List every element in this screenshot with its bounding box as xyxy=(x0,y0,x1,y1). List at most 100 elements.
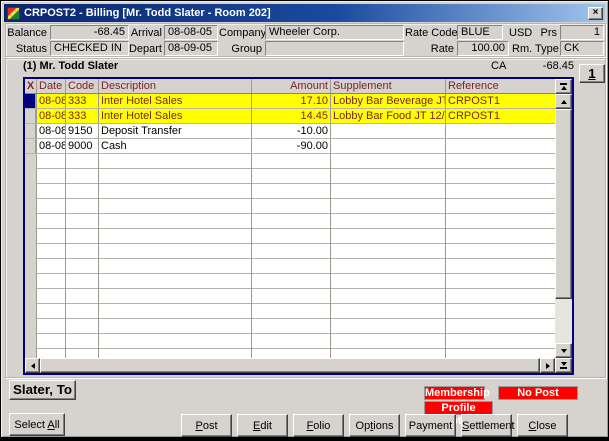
billing-window: CRPOST2 - Billing [Mr. Todd Slater - Roo… xyxy=(0,0,609,441)
column-header-reference[interactable]: Reference xyxy=(445,79,555,93)
record-selector-cell[interactable] xyxy=(25,94,36,108)
group-label: Group xyxy=(219,42,262,56)
rate-label: Rate xyxy=(405,42,454,56)
cell-reference: CRPOST1 xyxy=(445,109,555,123)
column-header-supplement[interactable]: Supplement xyxy=(330,79,445,93)
company-label: Company xyxy=(219,26,262,40)
column-header-description[interactable]: Description xyxy=(98,79,251,93)
payment-button[interactable]: Payment xyxy=(405,414,456,437)
scroll-down-button[interactable] xyxy=(555,343,572,358)
post-button[interactable]: Post xyxy=(181,414,232,437)
edit-button[interactable]: Edit xyxy=(237,414,288,437)
status-field[interactable]: CHECKED IN xyxy=(50,41,129,56)
cell-description: Cash xyxy=(98,139,251,153)
rate-field[interactable]: 100.00 xyxy=(457,41,509,56)
folio-balance: -68.45 xyxy=(514,60,574,72)
membership-badge[interactable]: Membership xyxy=(424,386,485,400)
empty-grid-rows xyxy=(25,154,555,358)
arrival-field[interactable]: 08-08-05 xyxy=(164,25,218,40)
scroll-bottom-icon xyxy=(561,362,567,366)
cell-description: Inter Hotel Sales xyxy=(98,94,251,108)
rate-code-field[interactable]: BLUE xyxy=(457,25,503,40)
cell-code: 9150 xyxy=(65,124,98,138)
cell-code: 333 xyxy=(65,109,98,123)
cell-amount: -10.00 xyxy=(251,124,330,138)
close-button[interactable]: × xyxy=(588,7,603,20)
column-header-x[interactable]: X xyxy=(25,79,36,93)
cell-date: 08-08 xyxy=(36,139,65,153)
chevron-down-icon xyxy=(561,349,567,353)
table-row[interactable]: 08-08 9150 Deposit Transfer -10.00 xyxy=(25,124,555,139)
cell-reference xyxy=(445,124,555,138)
persons-field[interactable]: 1 xyxy=(560,25,604,40)
horizontal-scrollbar[interactable] xyxy=(25,358,555,373)
select-all-button[interactable]: Select All xyxy=(9,413,65,436)
chevron-up-icon xyxy=(561,100,567,104)
table-row[interactable]: 08-08 333 Inter Hotel Sales 14.45 Lobby … xyxy=(25,109,555,124)
guest-name: (1) Mr. Todd Slater xyxy=(23,60,118,72)
table-row[interactable]: 08-08 333 Inter Hotel Sales 17.10 Lobby … xyxy=(25,94,555,109)
column-header-date[interactable]: Date xyxy=(36,79,65,93)
cell-date: 08-08 xyxy=(36,124,65,138)
table-row[interactable]: 08-08 9000 Cash -90.00 xyxy=(25,139,555,154)
balance-field[interactable]: -68.45 xyxy=(50,25,129,40)
vertical-scrollbar-thumb[interactable] xyxy=(555,109,572,299)
title-bar[interactable]: CRPOST2 - Billing [Mr. Todd Slater - Roo… xyxy=(4,4,605,22)
grid-rows: 08-08 333 Inter Hotel Sales 17.10 Lobby … xyxy=(25,94,555,358)
scroll-to-bottom-button[interactable] xyxy=(555,358,572,373)
column-header-code[interactable]: Code xyxy=(65,79,98,93)
chevron-left-icon xyxy=(31,363,35,369)
scroll-up-button[interactable] xyxy=(555,94,572,109)
record-selector-cell[interactable] xyxy=(25,124,36,138)
no-post-badge[interactable]: No Post xyxy=(498,386,578,400)
close-icon: × xyxy=(593,7,599,18)
scroll-right-button[interactable] xyxy=(540,358,555,373)
options-button[interactable]: Options xyxy=(349,414,400,437)
room-type-field[interactable]: CK xyxy=(560,41,604,56)
chevron-right-icon xyxy=(546,363,550,369)
settlement-button[interactable]: Settlement xyxy=(461,414,512,437)
scroll-top-icon xyxy=(560,83,567,85)
balance-label: Balance xyxy=(7,26,47,40)
cell-reference xyxy=(445,139,555,153)
folio-window-1-button[interactable]: 1 xyxy=(579,64,605,83)
rate-code-label: Rate Code xyxy=(405,26,454,40)
depart-field[interactable]: 08-09-05 xyxy=(164,41,218,56)
folio-tab-slater[interactable]: Slater, To xyxy=(9,380,76,400)
cell-amount: 14.45 xyxy=(251,109,330,123)
grid-header-row: X Date Code Description Amount Supplemen… xyxy=(25,79,555,94)
column-header-amount[interactable]: Amount xyxy=(251,79,330,93)
cell-amount: -90.00 xyxy=(251,139,330,153)
cell-supplement: Lobby Bar Beverage JT 12/0 xyxy=(330,94,445,108)
profile-notes-badge[interactable]: Profile Notes xyxy=(424,401,493,415)
app-icon xyxy=(7,7,20,20)
currency-label: USD xyxy=(509,26,532,40)
status-label: Status xyxy=(7,42,47,56)
cell-date: 08-08 xyxy=(36,94,65,108)
cell-amount: 17.10 xyxy=(251,94,330,108)
cell-supplement xyxy=(330,124,445,138)
group-field[interactable] xyxy=(265,41,404,56)
folio-button[interactable]: Folio xyxy=(293,414,344,437)
record-selector-cell[interactable] xyxy=(25,139,36,153)
cell-supplement: Lobby Bar Food JT 12/08/08 xyxy=(330,109,445,123)
arrival-label: Arrival xyxy=(126,26,162,40)
depart-label: Depart xyxy=(126,42,162,56)
cell-description: Deposit Transfer xyxy=(98,124,251,138)
scroll-left-button[interactable] xyxy=(25,358,40,373)
close-window-button[interactable]: Close xyxy=(517,414,568,437)
cell-date: 08-08 xyxy=(36,109,65,123)
scroll-to-top-button[interactable] xyxy=(555,79,572,94)
payment-type: CA xyxy=(491,60,515,72)
cell-supplement xyxy=(330,139,445,153)
window-title: CRPOST2 - Billing [Mr. Todd Slater - Roo… xyxy=(24,7,588,19)
room-type-label: Rm. Type xyxy=(512,42,557,56)
company-field[interactable]: Wheeler Corp. xyxy=(265,25,404,40)
vertical-scrollbar-track[interactable] xyxy=(555,299,572,343)
record-selector-cell[interactable] xyxy=(25,109,36,123)
horizontal-scrollbar-thumb[interactable] xyxy=(40,358,540,373)
postings-grid: X Date Code Description Amount Supplemen… xyxy=(23,77,574,375)
vertical-scrollbar[interactable] xyxy=(555,79,572,358)
persons-label: Prs xyxy=(537,26,557,40)
scrollbar-corner xyxy=(555,358,572,373)
